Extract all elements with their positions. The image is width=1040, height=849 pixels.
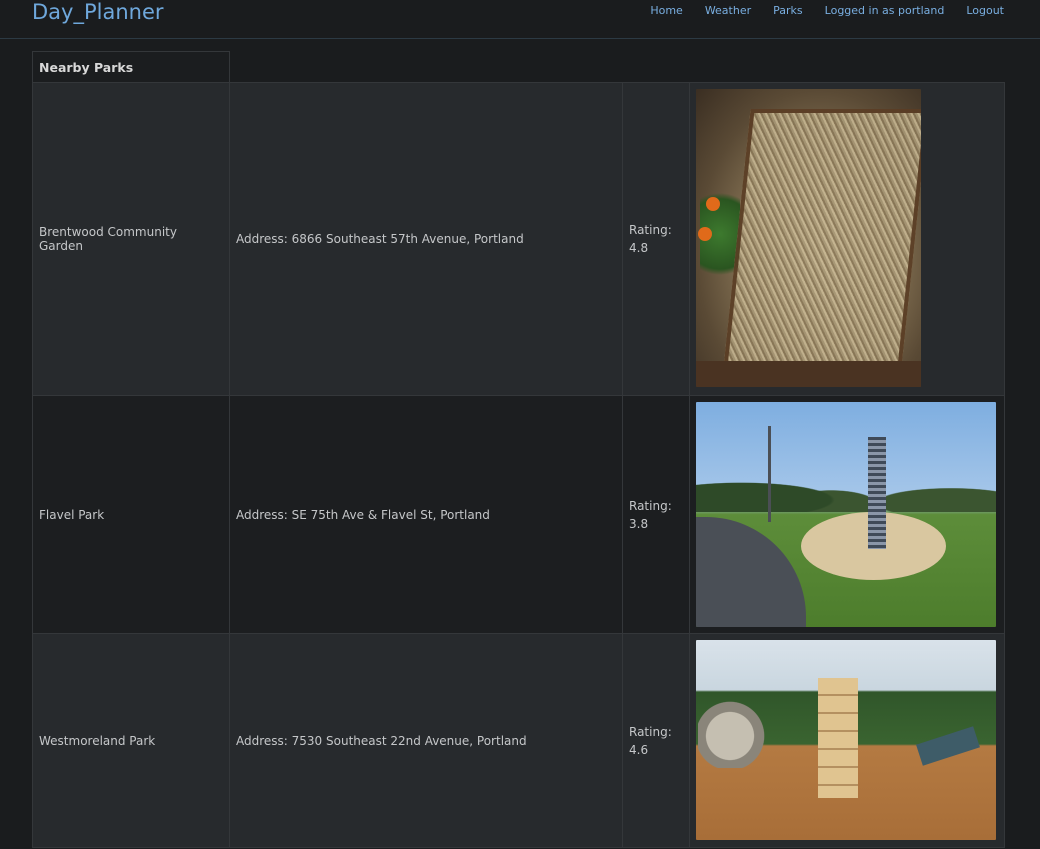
park-photo-cell xyxy=(688,82,1006,396)
table-header-row: Nearby Parks xyxy=(32,51,1005,83)
park-address: Address: 7530 Southeast 22nd Avenue, Por… xyxy=(229,633,623,848)
table-row: Flavel Park Address: SE 75th Ave & Flave… xyxy=(32,395,1006,634)
park-name: Flavel Park xyxy=(32,395,230,634)
app-brand[interactable]: Day_Planner xyxy=(32,0,164,24)
park-address: Address: SE 75th Ave & Flavel St, Portla… xyxy=(229,395,623,634)
park-photo-cell xyxy=(688,633,1006,848)
park-name: Westmoreland Park xyxy=(32,633,230,848)
table-row: Brentwood Community Garden Address: 6866… xyxy=(32,82,1006,396)
nav-logout[interactable]: Logout xyxy=(966,4,1004,18)
navbar: Day_Planner Home Weather Parks Logged in… xyxy=(0,0,1040,39)
nav-links: Home Weather Parks Logged in as portland… xyxy=(650,4,1004,18)
nearby-parks-table: Nearby Parks Brentwood Community Garden … xyxy=(32,51,1006,848)
park-rating: Rating: 4.8 xyxy=(622,82,690,396)
park-name: Brentwood Community Garden xyxy=(32,82,230,396)
table-header: Nearby Parks xyxy=(32,51,230,83)
table-row: Westmoreland Park Address: 7530 Southeas… xyxy=(32,633,1006,848)
nav-parks[interactable]: Parks xyxy=(773,4,803,18)
rating-value: 3.8 xyxy=(629,516,649,531)
rating-value: 4.8 xyxy=(629,241,649,255)
nav-user[interactable]: Logged in as portland xyxy=(825,4,945,18)
park-address: Address: 6866 Southeast 57th Avenue, Por… xyxy=(229,82,623,396)
nav-home[interactable]: Home xyxy=(650,4,682,18)
park-rating: Rating: 4.6 xyxy=(622,633,690,848)
park-photo-cell xyxy=(688,395,1006,634)
park-rating: Rating: 3.8 xyxy=(622,395,690,634)
rating-value: 4.6 xyxy=(629,742,649,757)
playground-nature-play-photo xyxy=(696,640,996,840)
nav-weather[interactable]: Weather xyxy=(705,4,751,18)
park-playground-slide-photo xyxy=(696,402,996,627)
garden-raised-bed-photo xyxy=(696,89,921,387)
